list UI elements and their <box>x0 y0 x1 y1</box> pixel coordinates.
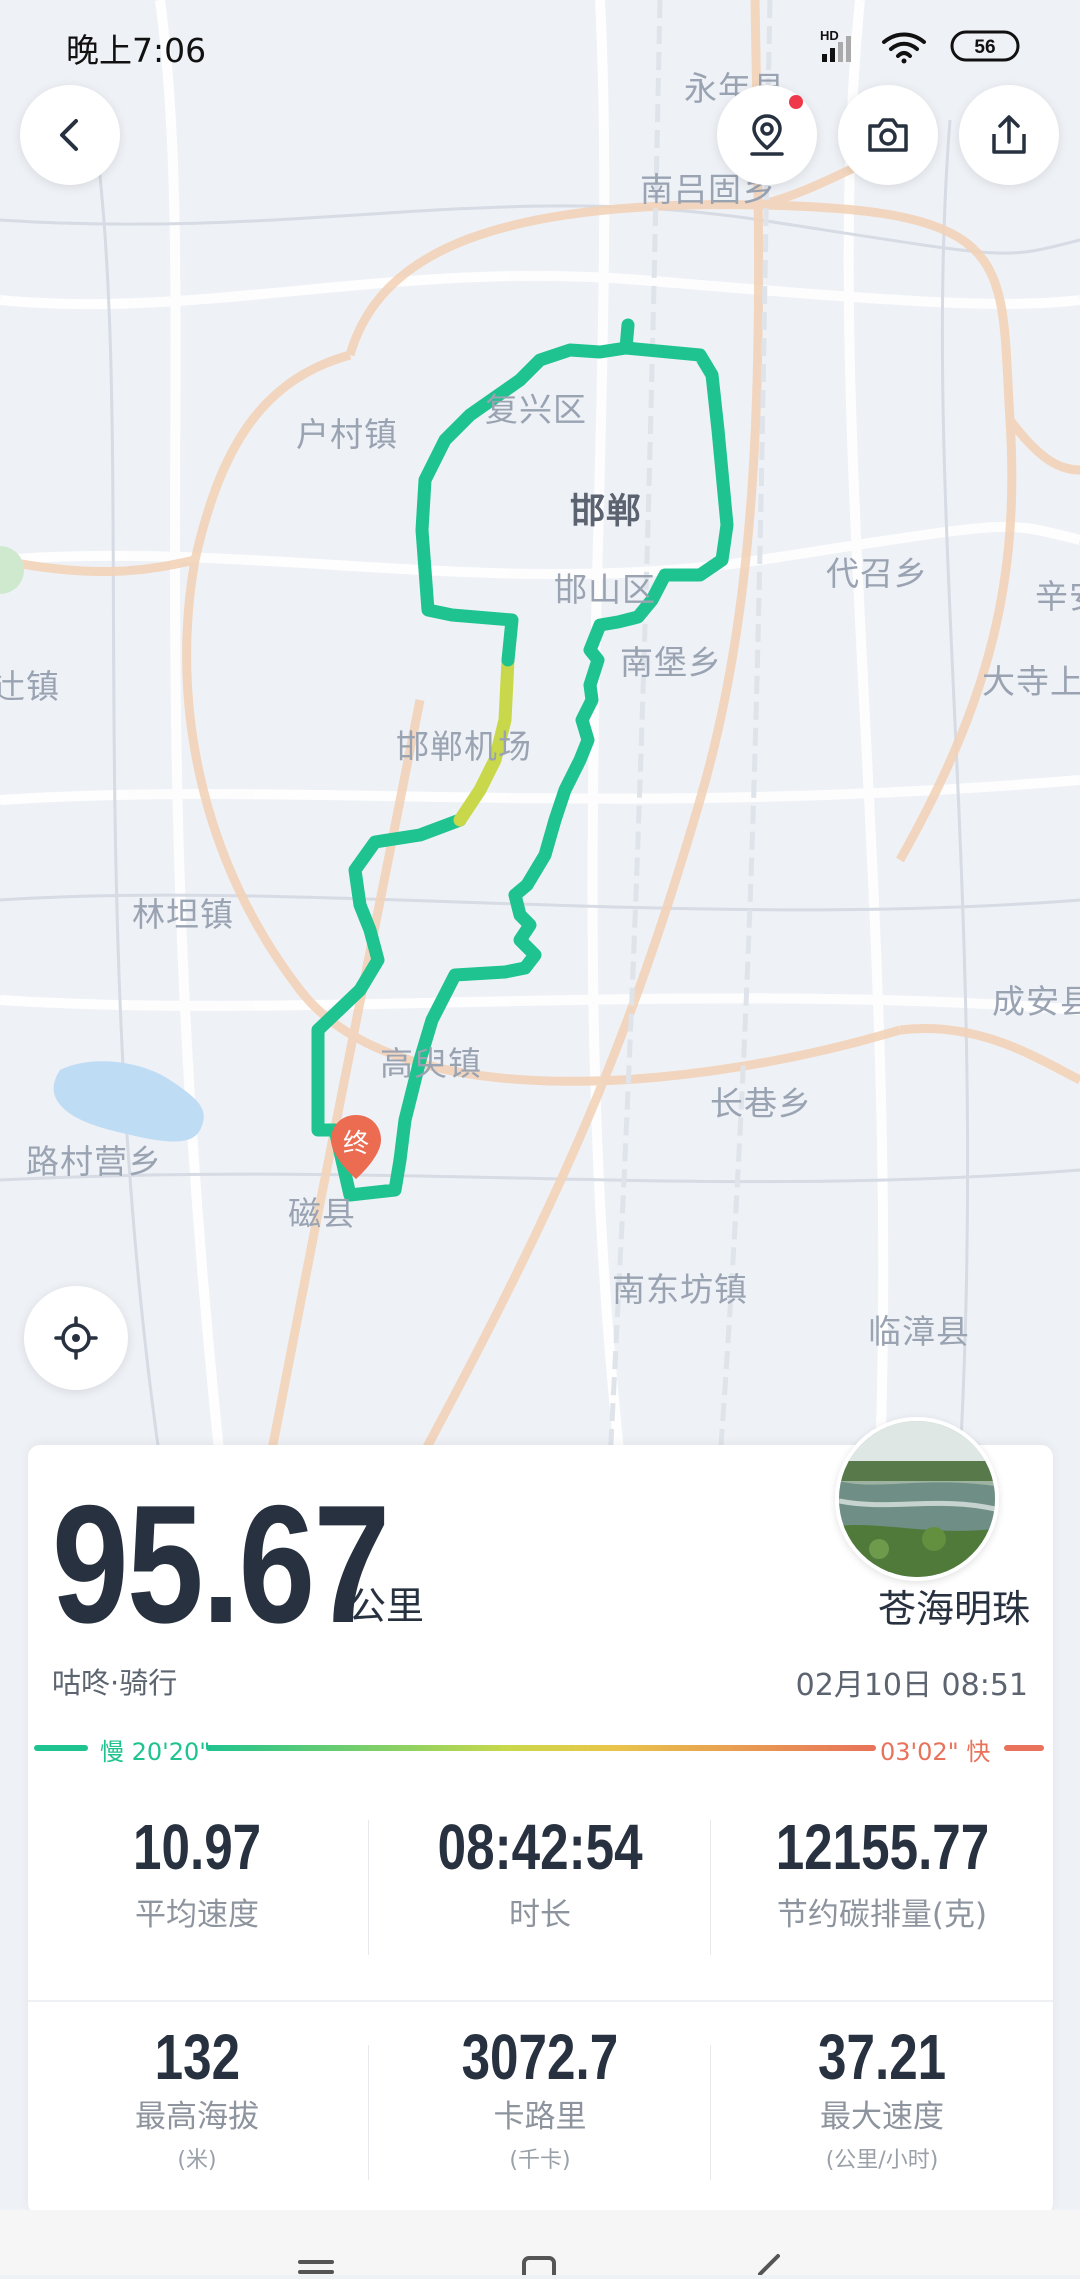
map-label-daisan: 代召乡 <box>826 554 928 593</box>
stat-avg-speed: 10.97 平均速度 <box>32 1815 362 1934</box>
pace-legend: 慢 20'20" 03'02" 快 <box>34 1730 1044 1766</box>
home-nav-icon <box>522 2256 556 2279</box>
status-icons: HD 56 <box>820 26 1060 66</box>
divider <box>368 1820 369 1955</box>
back-arrow-icon <box>60 119 78 151</box>
stat-value: 10.97 <box>132 1811 262 1883</box>
stat-value: 08:42:54 <box>437 1811 643 1883</box>
stat-value: 37.21 <box>817 2021 947 2093</box>
stat-value: 132 <box>154 2021 240 2093</box>
map-canvas <box>0 0 1080 1463</box>
map-label-lintan: 林坦镇 <box>132 895 234 934</box>
avatar[interactable] <box>835 1417 999 1581</box>
map-label-dasi: 大寺上 <box>982 662 1080 701</box>
status-time: 晚上7:06 <box>66 31 207 70</box>
map-label-nanbao: 南堡乡 <box>620 643 722 682</box>
battery-level: 56 <box>974 37 995 58</box>
wifi-icon <box>882 32 926 64</box>
map-label-xin: 辛安 <box>1035 577 1080 616</box>
stat-label: 时长 <box>509 1897 571 1933</box>
locate-icon <box>54 1316 98 1360</box>
distance-unit: 公里 <box>348 1584 425 1628</box>
stat-calories: 3072.7 卡路里 (千卡) <box>375 2025 705 2174</box>
distance-value: 95.67 <box>52 1470 390 1658</box>
signal-icon: HD <box>820 28 851 62</box>
camera-button[interactable] <box>838 85 938 185</box>
track-location-button[interactable] <box>717 85 817 185</box>
locate-button[interactable] <box>24 1286 128 1390</box>
map-label-changxiang: 长巷乡 <box>710 1084 812 1123</box>
map-label-airport: 邯郸机场 <box>396 727 532 766</box>
map-label-hucun: 户村镇 <box>296 415 398 454</box>
share-button[interactable] <box>959 85 1059 185</box>
location-pin-icon <box>750 114 784 156</box>
stat-carbon-saved: 12155.77 节约碳排量(克) <box>717 1815 1047 1934</box>
stat-value: 12155.77 <box>775 1811 989 1883</box>
stat-label: 卡路里 <box>493 2099 587 2135</box>
stat-unit: (米) <box>177 2148 217 2173</box>
stat-unit: (公里/小时) <box>825 2148 939 2173</box>
system-nav-bar <box>0 2210 1080 2279</box>
status-bar: 晚上7:06 HD 56 <box>0 0 1080 90</box>
divider <box>710 2045 711 2180</box>
stat-max-speed: 37.21 最大速度 (公里/小时) <box>717 2025 1047 2174</box>
pace-slow-label: 慢 20'20" <box>100 1738 211 1766</box>
divider <box>28 2000 1053 2002</box>
stat-value: 3072.7 <box>461 2021 619 2093</box>
camera-icon <box>868 118 908 152</box>
map-label-zhen-left: 辻镇 <box>0 667 60 706</box>
map-label-nandongfang: 南东坊镇 <box>612 1270 748 1309</box>
map-label-linzhang: 临漳县 <box>868 1312 970 1351</box>
stat-label: 最大速度 <box>820 2099 944 2135</box>
stat-unit: (千卡) <box>509 2148 571 2173</box>
map-label-handan: 邯郸 <box>570 492 643 532</box>
pace-fast-label: 03'02" 快 <box>880 1738 991 1766</box>
battery-icon: 56 <box>950 30 1020 62</box>
stat-label: 节约碳排量(克) <box>776 1897 988 1933</box>
divider <box>710 1820 711 1955</box>
stat-duration: 08:42:54 时长 <box>375 1815 705 1934</box>
activity-datetime: 02月10日 08:51 <box>795 1668 1028 1703</box>
stat-label: 最高海拔 <box>135 2099 259 2135</box>
back-nav-icon <box>758 2254 780 2276</box>
map-label-chengan: 成安县 <box>992 982 1080 1021</box>
back-button[interactable] <box>20 85 120 185</box>
route-end-marker[interactable]: 终 <box>328 1113 384 1183</box>
map-label-gaoyi: 高臾镇 <box>380 1044 482 1083</box>
lake <box>53 1061 204 1142</box>
map-label-lucun: 路村营乡 <box>26 1142 162 1181</box>
stat-label: 平均速度 <box>135 1897 259 1933</box>
share-icon <box>992 115 1026 154</box>
map-label-cixian: 磁县 <box>288 1194 356 1233</box>
map-label-hanshan: 邯山区 <box>554 570 656 609</box>
avatar-photo <box>839 1421 995 1577</box>
map-label-fuxing: 复兴区 <box>485 390 587 429</box>
svg-text:HD: HD <box>820 28 839 43</box>
notification-dot <box>789 95 803 109</box>
stat-max-altitude: 132 最高海拔 (米) <box>32 2025 362 2174</box>
menu-nav-icon <box>298 2260 334 2274</box>
route-map[interactable]: 永年县 南吕固乡 复兴区 户村镇 邯郸 邯山区 代召乡 南堡乡 辛安 大寺上 辻… <box>0 0 1080 1463</box>
end-marker-label: 终 <box>342 1129 369 1159</box>
place-name: 苍海明珠 <box>877 1587 1030 1631</box>
divider <box>368 2045 369 2180</box>
activity-type: 咕咚·骑行 <box>52 1666 178 1700</box>
